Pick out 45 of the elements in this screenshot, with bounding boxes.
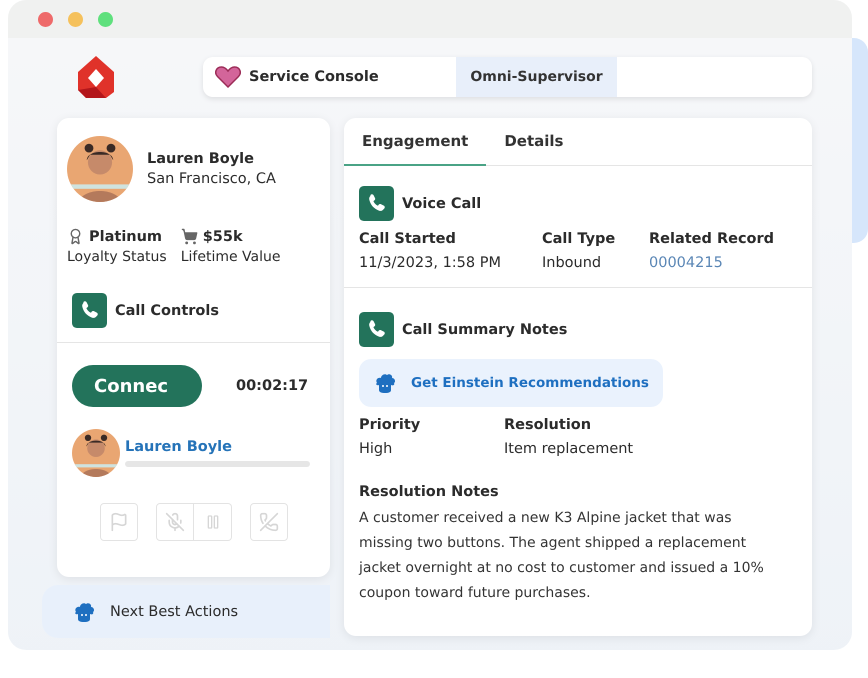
- field-label: Resolution: [504, 417, 592, 433]
- record-link[interactable]: 00004215: [649, 255, 797, 271]
- call-timer: 00:02:17: [236, 378, 308, 394]
- field-value: Item replacement: [504, 441, 634, 457]
- field-label: Call Started: [359, 231, 457, 247]
- field-value: High: [359, 441, 394, 457]
- minimize-window-button[interactable]: [68, 12, 83, 26]
- resolution-notes: A customer received a new K3 Alpine jacket that was missing two buttons. The agent shipped a replacement jacket overnight at no cost to customer and issued a 10% coupon toward future purchases.: [359, 509, 765, 603]
- close-window-button[interactable]: [38, 12, 53, 26]
- participant-link[interactable]: Lauren Boyle: [125, 439, 310, 455]
- tab[interactable]: Engagement: [344, 118, 486, 166]
- section-title: Voice Call: [402, 196, 482, 212]
- field-value: 11/3/2023, 1:58 PM: [359, 255, 502, 271]
- stat-label: Lifetime Value: [180, 249, 280, 265]
- section-title: Call Controls: [115, 302, 219, 318]
- flag-icon: [109, 512, 129, 532]
- mic-off-icon: [165, 512, 185, 532]
- next-best-actions-bar[interactable]: Next Best Actions: [42, 585, 330, 638]
- console-tab[interactable]: Omni-Supervisor: [456, 57, 617, 97]
- einstein-button[interactable]: Get Einstein Recommendations: [359, 359, 663, 407]
- tab[interactable]: Details: [486, 118, 582, 166]
- next-best-actions-label: Next Best Actions: [110, 604, 238, 620]
- phone-icon: [72, 293, 107, 328]
- heart-icon: [215, 66, 241, 88]
- stat-value: Platinum: [89, 228, 162, 244]
- field-label: Priority: [359, 417, 422, 433]
- connect-button[interactable]: Connec: [72, 365, 202, 407]
- avatar: [72, 429, 120, 477]
- field-label: Resolution Notes: [359, 484, 499, 500]
- stat-value: $55k: [202, 228, 243, 244]
- field-label: Related Record: [649, 231, 776, 247]
- field-label: Call Type: [542, 231, 616, 247]
- customer-name: Lauren Boyle: [147, 151, 255, 167]
- pause-icon: [204, 514, 220, 530]
- app-title: Service Console: [249, 69, 379, 85]
- section-title: Call Summary Notes: [402, 322, 568, 338]
- stat-label: Loyalty Status: [67, 249, 167, 265]
- cart-icon: [180, 228, 198, 245]
- phone-icon: [359, 312, 394, 347]
- phone-icon: [359, 186, 394, 221]
- logo-icon: [78, 56, 114, 98]
- customer-location: San Francisco, CA: [147, 171, 276, 187]
- field-value: Inbound: [542, 255, 602, 271]
- maximize-window-button[interactable]: [98, 12, 113, 26]
- phone-off-icon: [259, 512, 279, 532]
